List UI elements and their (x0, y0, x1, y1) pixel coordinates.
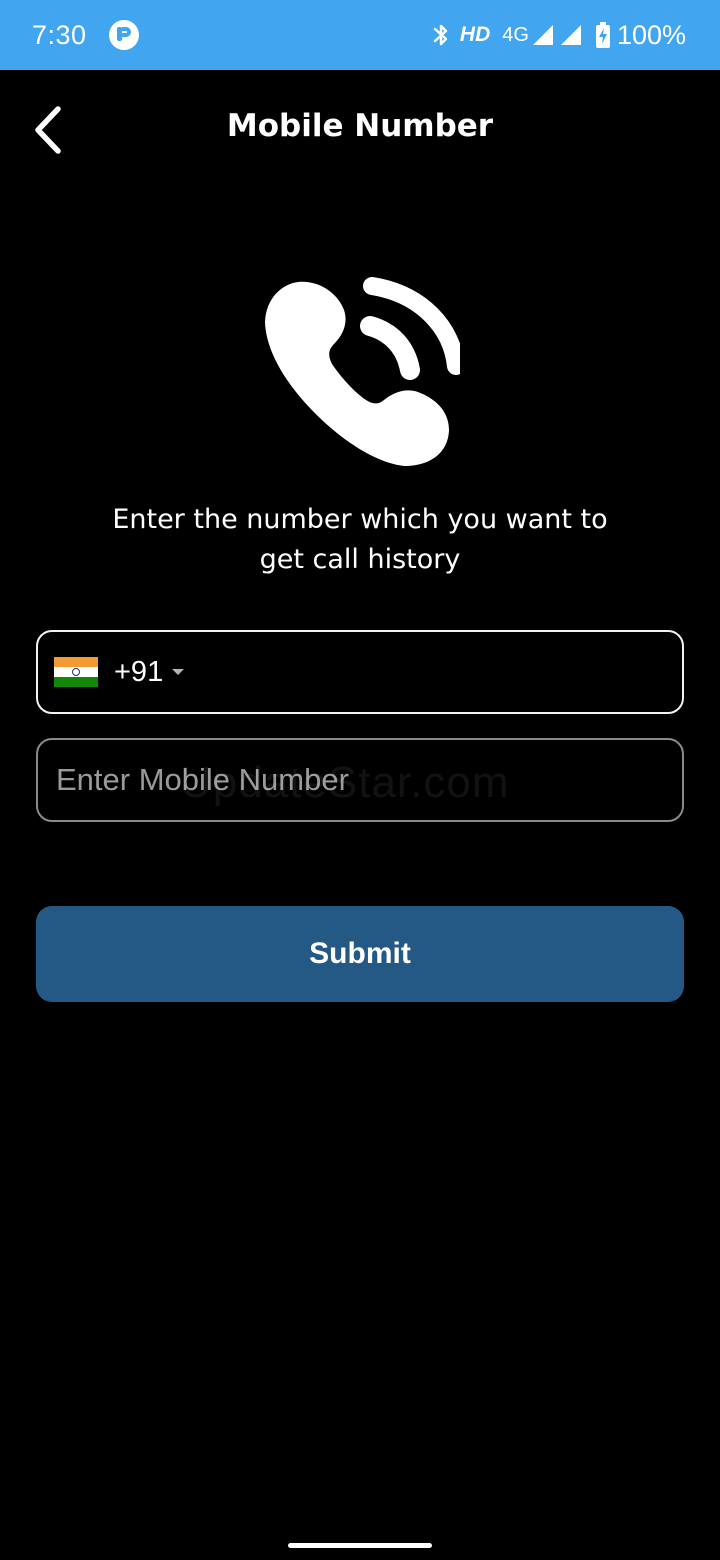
instruction-line-2: get call history (259, 544, 461, 575)
caret-down-icon (172, 669, 185, 675)
status-bar: 7:30 HD 4G 100% (0, 0, 720, 70)
submit-button[interactable]: Submit (36, 906, 684, 1002)
screen: 7:30 HD 4G 100% Mobile Number Enter the … (0, 0, 720, 1560)
page-title: Mobile Number (226, 108, 494, 144)
app-notification-icon (108, 20, 139, 50)
battery-percentage: 100% (616, 19, 686, 50)
status-time: 7:30 (32, 19, 87, 50)
country-code-selector[interactable]: +91 (36, 630, 684, 714)
signal-2-icon (559, 23, 583, 47)
dial-code: +91 (114, 655, 164, 688)
india-flag-icon (54, 657, 98, 687)
battery-charging-icon (595, 22, 611, 48)
phone-call-icon (265, 277, 460, 466)
instruction-text: Enter the number which you want to get c… (60, 500, 660, 580)
gesture-navigation-bar[interactable] (288, 1543, 432, 1548)
instruction-line-1: Enter the number which you want to (112, 504, 608, 535)
status-right: HD 4G 100% (422, 0, 686, 70)
signal-icon (531, 23, 555, 47)
status-left: 7:30 (32, 0, 139, 70)
hd-voice-label: HD (459, 23, 491, 46)
mobile-number-input[interactable] (56, 762, 664, 798)
network-type-label: 4G (502, 23, 529, 46)
mobile-number-field[interactable] (36, 738, 684, 822)
app-header: Mobile Number (0, 70, 720, 190)
bluetooth-icon (432, 22, 450, 48)
